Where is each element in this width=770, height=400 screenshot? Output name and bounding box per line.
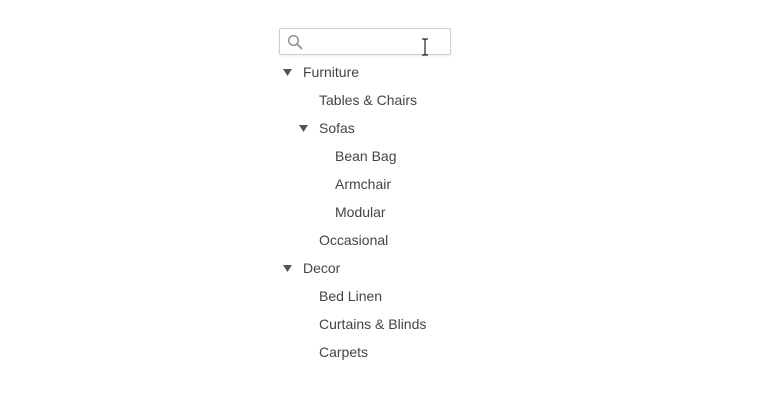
- tree-node-label: Sofas: [319, 120, 355, 136]
- tree-node[interactable]: Armchair: [279, 170, 539, 198]
- tree-node[interactable]: Furniture: [279, 58, 539, 86]
- tree-node[interactable]: Bed Linen: [279, 282, 539, 310]
- tree-node-label: Tables & Chairs: [319, 92, 418, 108]
- tree-node-label: Curtains & Blinds: [319, 316, 427, 332]
- tree-node[interactable]: Sofas: [279, 114, 539, 142]
- tree-node[interactable]: Tables & Chairs: [279, 86, 539, 114]
- tree-node[interactable]: Bean Bag: [279, 142, 539, 170]
- search-input[interactable]: [303, 29, 496, 54]
- tree-node-label: Modular: [335, 204, 386, 220]
- tree-node-label: Furniture: [303, 64, 360, 80]
- category-tree: Furniture Tables & Chairs Sofas Bean Bag Arm…: [279, 58, 539, 366]
- caret-down-icon[interactable]: [279, 64, 295, 80]
- tree-node-label: Armchair: [335, 176, 392, 192]
- caret-down-icon[interactable]: [279, 260, 295, 276]
- tree-node[interactable]: Curtains & Blinds: [279, 310, 539, 338]
- tree-view-demo: Furniture Tables & Chairs Sofas Bean Bag Arm…: [0, 0, 770, 400]
- text-cursor-icon: [422, 38, 428, 56]
- tree-node-label: Occasional: [319, 232, 389, 248]
- caret-down-icon[interactable]: [295, 120, 311, 136]
- tree-node[interactable]: Occasional: [279, 226, 539, 254]
- search-icon: [287, 34, 303, 49]
- tree-node-label: Bean Bag: [335, 148, 397, 164]
- tree-node[interactable]: Decor: [279, 254, 539, 282]
- tree-node[interactable]: Modular: [279, 198, 539, 226]
- tree-node-label: Decor: [303, 260, 341, 276]
- tree-node-label: Carpets: [319, 344, 369, 360]
- tree-node-label: Bed Linen: [319, 288, 383, 304]
- tree-node[interactable]: Carpets: [279, 338, 539, 366]
